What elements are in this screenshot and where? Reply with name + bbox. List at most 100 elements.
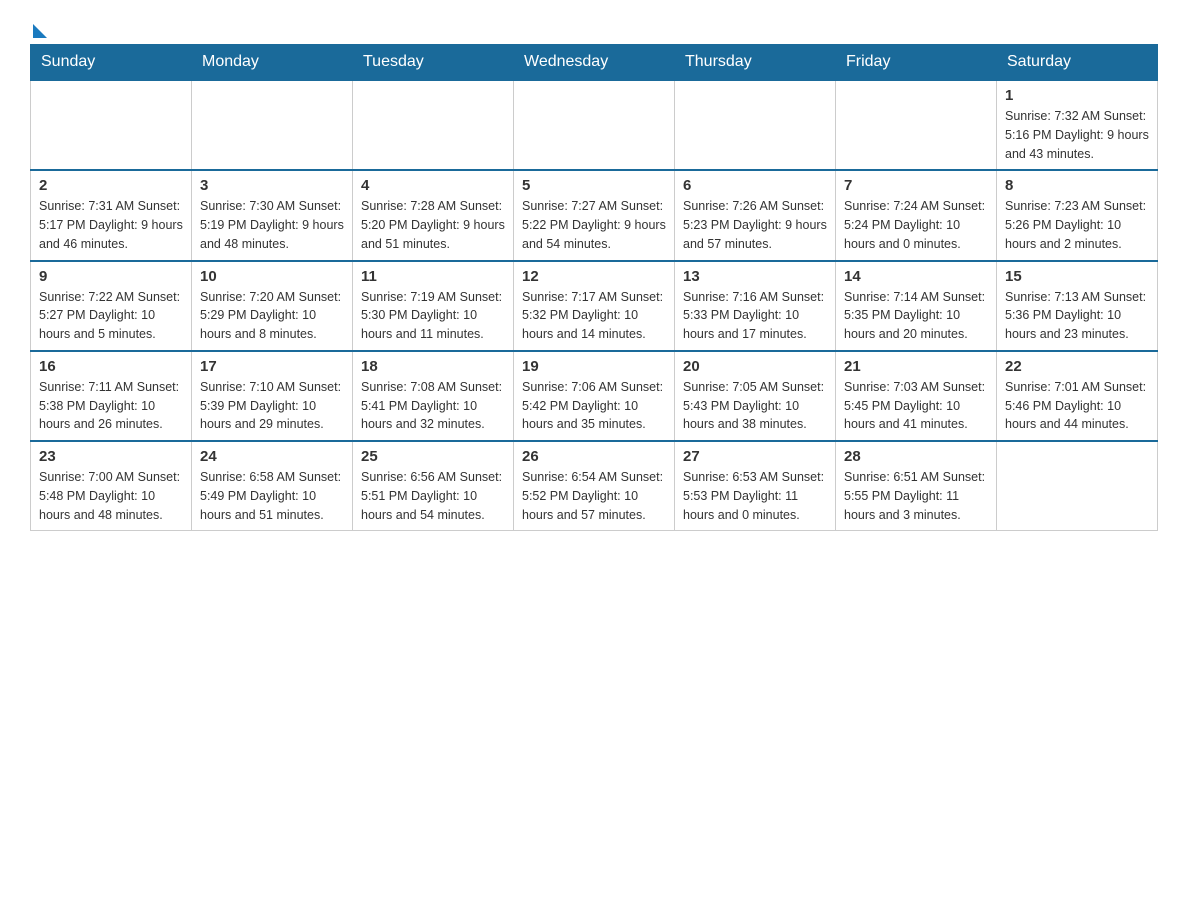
day-info: Sunrise: 7:14 AM Sunset: 5:35 PM Dayligh… [844, 288, 988, 344]
calendar-cell: 14 Sunrise: 7:14 AM Sunset: 5:35 PM Dayli… [836, 261, 997, 351]
day-number: 11 [361, 268, 505, 285]
day-number: 5 [522, 177, 666, 194]
day-of-week-header: Tuesday [353, 45, 514, 81]
calendar-cell: 7 Sunrise: 7:24 AM Sunset: 5:24 PM Daylig… [836, 170, 997, 260]
day-info: Sunrise: 7:32 AM Sunset: 5:16 PM Dayligh… [1005, 107, 1149, 163]
calendar-cell: 27 Sunrise: 6:53 AM Sunset: 5:53 PM Dayli… [675, 441, 836, 531]
day-number: 3 [200, 177, 344, 194]
day-info: Sunrise: 7:17 AM Sunset: 5:32 PM Dayligh… [522, 288, 666, 344]
day-number: 27 [683, 448, 827, 465]
calendar-cell: 8 Sunrise: 7:23 AM Sunset: 5:26 PM Daylig… [997, 170, 1158, 260]
calendar-cell: 17 Sunrise: 7:10 AM Sunset: 5:39 PM Dayli… [192, 351, 353, 441]
day-number: 12 [522, 268, 666, 285]
calendar-cell [353, 80, 514, 170]
day-info: Sunrise: 7:11 AM Sunset: 5:38 PM Dayligh… [39, 378, 183, 434]
day-info: Sunrise: 7:24 AM Sunset: 5:24 PM Dayligh… [844, 197, 988, 253]
calendar-week-row: 23 Sunrise: 7:00 AM Sunset: 5:48 PM Dayli… [31, 441, 1158, 531]
calendar-week-row: 2Sunrise: 7:31 AM Sunset: 5:17 PM Daylig… [31, 170, 1158, 260]
calendar-cell [836, 80, 997, 170]
day-number: 19 [522, 358, 666, 375]
calendar-cell: 15 Sunrise: 7:13 AM Sunset: 5:36 PM Dayli… [997, 261, 1158, 351]
day-number: 7 [844, 177, 988, 194]
calendar-cell: 1Sunrise: 7:32 AM Sunset: 5:16 PM Daylig… [997, 80, 1158, 170]
day-number: 20 [683, 358, 827, 375]
calendar-cell: 12 Sunrise: 7:17 AM Sunset: 5:32 PM Dayli… [514, 261, 675, 351]
day-info: Sunrise: 7:20 AM Sunset: 5:29 PM Dayligh… [200, 288, 344, 344]
day-info: Sunrise: 7:23 AM Sunset: 5:26 PM Dayligh… [1005, 197, 1149, 253]
day-number: 17 [200, 358, 344, 375]
logo [30, 20, 47, 34]
day-number: 14 [844, 268, 988, 285]
day-number: 10 [200, 268, 344, 285]
day-number: 16 [39, 358, 183, 375]
calendar-week-row: 1Sunrise: 7:32 AM Sunset: 5:16 PM Daylig… [31, 80, 1158, 170]
day-number: 6 [683, 177, 827, 194]
calendar-header-row: SundayMondayTuesdayWednesdayThursdayFrid… [31, 45, 1158, 81]
day-number: 25 [361, 448, 505, 465]
day-info: Sunrise: 7:22 AM Sunset: 5:27 PM Dayligh… [39, 288, 183, 344]
calendar-cell: 22 Sunrise: 7:01 AM Sunset: 5:46 PM Dayli… [997, 351, 1158, 441]
day-number: 18 [361, 358, 505, 375]
day-info: Sunrise: 7:03 AM Sunset: 5:45 PM Dayligh… [844, 378, 988, 434]
day-info: Sunrise: 7:06 AM Sunset: 5:42 PM Dayligh… [522, 378, 666, 434]
day-info: Sunrise: 6:54 AM Sunset: 5:52 PM Dayligh… [522, 468, 666, 524]
calendar-cell: 6 Sunrise: 7:26 AM Sunset: 5:23 PM Daylig… [675, 170, 836, 260]
day-info: Sunrise: 7:16 AM Sunset: 5:33 PM Dayligh… [683, 288, 827, 344]
calendar-cell: 20 Sunrise: 7:05 AM Sunset: 5:43 PM Dayli… [675, 351, 836, 441]
page-header [30, 20, 1158, 34]
calendar-cell [192, 80, 353, 170]
calendar-cell [997, 441, 1158, 531]
calendar-week-row: 9 Sunrise: 7:22 AM Sunset: 5:27 PM Daylig… [31, 261, 1158, 351]
calendar-cell: 21 Sunrise: 7:03 AM Sunset: 5:45 PM Dayli… [836, 351, 997, 441]
day-of-week-header: Thursday [675, 45, 836, 81]
calendar-cell: 25 Sunrise: 6:56 AM Sunset: 5:51 PM Dayli… [353, 441, 514, 531]
day-number: 21 [844, 358, 988, 375]
day-info: Sunrise: 7:28 AM Sunset: 5:20 PM Dayligh… [361, 197, 505, 253]
calendar-week-row: 16 Sunrise: 7:11 AM Sunset: 5:38 PM Dayli… [31, 351, 1158, 441]
day-of-week-header: Monday [192, 45, 353, 81]
calendar-cell: 18Sunrise: 7:08 AM Sunset: 5:41 PM Dayli… [353, 351, 514, 441]
day-info: Sunrise: 7:00 AM Sunset: 5:48 PM Dayligh… [39, 468, 183, 524]
day-info: Sunrise: 7:26 AM Sunset: 5:23 PM Dayligh… [683, 197, 827, 253]
calendar-cell: 28Sunrise: 6:51 AM Sunset: 5:55 PM Dayli… [836, 441, 997, 531]
day-number: 15 [1005, 268, 1149, 285]
day-info: Sunrise: 6:51 AM Sunset: 5:55 PM Dayligh… [844, 468, 988, 524]
logo-arrow-icon [33, 24, 47, 38]
calendar-cell [514, 80, 675, 170]
calendar-cell [31, 80, 192, 170]
day-number: 9 [39, 268, 183, 285]
calendar-cell: 19 Sunrise: 7:06 AM Sunset: 5:42 PM Dayli… [514, 351, 675, 441]
day-info: Sunrise: 6:58 AM Sunset: 5:49 PM Dayligh… [200, 468, 344, 524]
calendar-cell: 16 Sunrise: 7:11 AM Sunset: 5:38 PM Dayli… [31, 351, 192, 441]
calendar-cell: 2Sunrise: 7:31 AM Sunset: 5:17 PM Daylig… [31, 170, 192, 260]
day-info: Sunrise: 7:01 AM Sunset: 5:46 PM Dayligh… [1005, 378, 1149, 434]
day-of-week-header: Friday [836, 45, 997, 81]
calendar-cell: 3 Sunrise: 7:30 AM Sunset: 5:19 PM Daylig… [192, 170, 353, 260]
day-number: 2 [39, 177, 183, 194]
day-number: 4 [361, 177, 505, 194]
day-number: 8 [1005, 177, 1149, 194]
calendar-cell: 13Sunrise: 7:16 AM Sunset: 5:33 PM Dayli… [675, 261, 836, 351]
calendar-table: SundayMondayTuesdayWednesdayThursdayFrid… [30, 44, 1158, 531]
calendar-cell: 23 Sunrise: 7:00 AM Sunset: 5:48 PM Dayli… [31, 441, 192, 531]
day-info: Sunrise: 7:10 AM Sunset: 5:39 PM Dayligh… [200, 378, 344, 434]
calendar-cell: 4 Sunrise: 7:28 AM Sunset: 5:20 PM Daylig… [353, 170, 514, 260]
day-of-week-header: Saturday [997, 45, 1158, 81]
calendar-cell: 10 Sunrise: 7:20 AM Sunset: 5:29 PM Dayli… [192, 261, 353, 351]
day-number: 23 [39, 448, 183, 465]
day-number: 26 [522, 448, 666, 465]
day-info: Sunrise: 7:19 AM Sunset: 5:30 PM Dayligh… [361, 288, 505, 344]
day-number: 24 [200, 448, 344, 465]
day-info: Sunrise: 7:13 AM Sunset: 5:36 PM Dayligh… [1005, 288, 1149, 344]
day-info: Sunrise: 6:53 AM Sunset: 5:53 PM Dayligh… [683, 468, 827, 524]
day-of-week-header: Sunday [31, 45, 192, 81]
day-of-week-header: Wednesday [514, 45, 675, 81]
calendar-cell: 26 Sunrise: 6:54 AM Sunset: 5:52 PM Dayli… [514, 441, 675, 531]
day-info: Sunrise: 6:56 AM Sunset: 5:51 PM Dayligh… [361, 468, 505, 524]
calendar-cell: 11 Sunrise: 7:19 AM Sunset: 5:30 PM Dayli… [353, 261, 514, 351]
day-info: Sunrise: 7:05 AM Sunset: 5:43 PM Dayligh… [683, 378, 827, 434]
calendar-cell: 9 Sunrise: 7:22 AM Sunset: 5:27 PM Daylig… [31, 261, 192, 351]
day-info: Sunrise: 7:30 AM Sunset: 5:19 PM Dayligh… [200, 197, 344, 253]
day-number: 22 [1005, 358, 1149, 375]
calendar-cell [675, 80, 836, 170]
